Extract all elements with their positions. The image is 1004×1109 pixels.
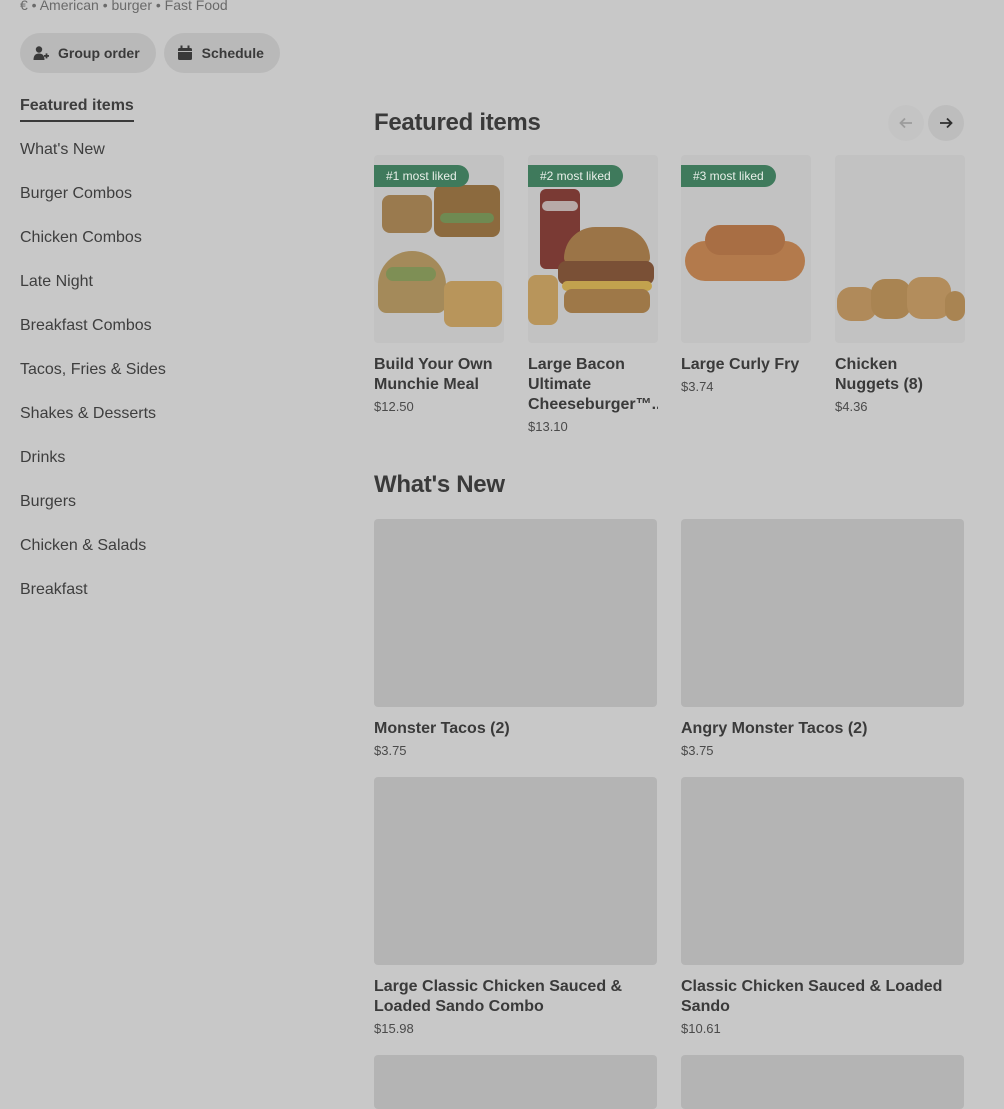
sidebar-item-chicken-combos[interactable]: Chicken Combos xyxy=(20,226,320,270)
sidebar-item-tacos-fries-sides[interactable]: Tacos, Fries & Sides xyxy=(20,358,320,402)
sidebar-item-breakfast[interactable]: Breakfast xyxy=(20,578,320,622)
most-liked-badge: #2 most liked xyxy=(528,165,623,187)
whats-new-section-title: What's New xyxy=(374,471,505,498)
sidebar-item-label: Chicken & Salads xyxy=(20,537,147,554)
item-title: Build Your Own Munchie Meal xyxy=(374,356,493,393)
sidebar-item-label: Late Night xyxy=(20,273,93,290)
featured-section-title: Featured items xyxy=(374,109,541,136)
schedule-button[interactable]: Schedule xyxy=(163,33,280,73)
sidebar-item-label: Burger Combos xyxy=(20,185,133,202)
item-price: $3.75 xyxy=(374,743,407,758)
sidebar-item-label: Drinks xyxy=(20,449,66,466)
item-title: Large Curly Fry xyxy=(681,356,800,373)
carousel-next-button[interactable] xyxy=(928,105,964,141)
sidebar-item-late-night[interactable]: Late Night xyxy=(20,270,320,314)
item-image-placeholder xyxy=(681,777,964,965)
schedule-label: Schedule xyxy=(201,45,264,61)
sidebar-item-featured-items[interactable]: Featured items xyxy=(20,94,320,138)
menu-item-card[interactable]: Classic Chicken Sauced & Loaded Sando $1… xyxy=(681,777,964,1036)
sidebar-item-label: Breakfast Combos xyxy=(20,317,152,334)
menu-category-nav: Featured items What's New Burger Combos … xyxy=(20,94,320,622)
item-price: $3.74 xyxy=(681,379,714,394)
calendar-icon xyxy=(176,44,194,62)
carousel-nav xyxy=(888,105,964,141)
sidebar-item-chicken-salads[interactable]: Chicken & Salads xyxy=(20,534,320,578)
sidebar-item-label: What's New xyxy=(20,141,105,158)
store-actions: Group order Schedule xyxy=(20,33,280,73)
sidebar-item-label: Featured items xyxy=(20,94,134,122)
item-title: Chicken Nuggets (8) xyxy=(835,356,923,393)
item-image-placeholder xyxy=(374,777,657,965)
item-image-placeholder xyxy=(374,519,657,707)
sidebar-item-label: Shakes & Desserts xyxy=(20,405,157,422)
group-order-button[interactable]: Group order xyxy=(20,33,156,73)
featured-item-card[interactable]: #1 most liked Build Your Own Munchie Mea… xyxy=(374,155,504,414)
featured-item-card[interactable]: #2 most liked Large Bacon Ultimate Chees… xyxy=(528,155,658,434)
menu-item-card[interactable]: Large Classic Chicken Sauced & Loaded Sa… xyxy=(374,777,657,1036)
item-image-placeholder[interactable] xyxy=(681,1055,964,1109)
item-price: $4.36 xyxy=(835,399,868,414)
sidebar-item-burger-combos[interactable]: Burger Combos xyxy=(20,182,320,226)
menu-item-card[interactable]: Monster Tacos (2) $3.75 xyxy=(374,519,657,758)
arrow-right-icon xyxy=(940,117,953,129)
item-price: $12.50 xyxy=(374,399,414,414)
arrow-left-icon xyxy=(899,117,912,129)
item-price: $15.98 xyxy=(374,1021,414,1036)
item-title: Angry Monster Tacos (2) xyxy=(681,720,868,737)
item-price: $3.75 xyxy=(681,743,714,758)
most-liked-badge: #1 most liked xyxy=(374,165,469,187)
item-image-placeholder[interactable] xyxy=(374,1055,657,1109)
sidebar-item-shakes-desserts[interactable]: Shakes & Desserts xyxy=(20,402,320,446)
sidebar-item-whats-new[interactable]: What's New xyxy=(20,138,320,182)
item-image: #2 most liked xyxy=(528,155,658,343)
add-person-icon xyxy=(32,44,50,62)
item-image-placeholder xyxy=(681,519,964,707)
item-title: Classic Chicken Sauced & Loaded Sando xyxy=(681,978,943,1015)
item-image: #1 most liked xyxy=(374,155,504,343)
item-image xyxy=(835,155,965,343)
store-meta: € • American • burger • Fast Food xyxy=(20,0,228,13)
item-image: #3 most liked xyxy=(681,155,811,343)
most-liked-badge: #3 most liked xyxy=(681,165,776,187)
featured-item-card[interactable]: #3 most liked Large Curly Fry $3.74 xyxy=(681,155,811,394)
item-title: Large Bacon Ultimate Cheeseburger™... xyxy=(528,356,658,413)
sidebar-item-label: Breakfast xyxy=(20,581,88,598)
sidebar-item-label: Burgers xyxy=(20,493,77,510)
item-title: Monster Tacos (2) xyxy=(374,720,510,737)
group-order-label: Group order xyxy=(58,45,140,61)
sidebar-item-drinks[interactable]: Drinks xyxy=(20,446,320,490)
featured-item-card[interactable]: Chicken Nuggets (8) $4.36 xyxy=(835,155,965,414)
carousel-prev-button[interactable] xyxy=(888,105,924,141)
menu-item-card[interactable]: Angry Monster Tacos (2) $3.75 xyxy=(681,519,964,758)
sidebar-item-label: Chicken Combos xyxy=(20,229,142,246)
sidebar-item-breakfast-combos[interactable]: Breakfast Combos xyxy=(20,314,320,358)
item-price: $13.10 xyxy=(528,419,568,434)
sidebar-item-burgers[interactable]: Burgers xyxy=(20,490,320,534)
sidebar-item-label: Tacos, Fries & Sides xyxy=(20,361,166,378)
item-price: $10.61 xyxy=(681,1021,721,1036)
item-title: Large Classic Chicken Sauced & Loaded Sa… xyxy=(374,978,623,1015)
